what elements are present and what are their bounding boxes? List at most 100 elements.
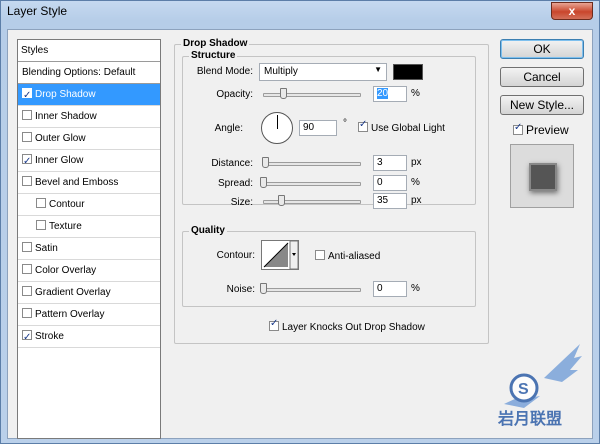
noise-slider-thumb[interactable] (260, 283, 267, 294)
blend-mode-label: Blend Mode: (196, 66, 253, 77)
style-item-label: Inner Shadow (35, 111, 97, 122)
size-field[interactable]: 35 (373, 193, 407, 209)
style-item-checkbox[interactable] (22, 286, 32, 296)
angle-field[interactable]: 90 (299, 120, 337, 136)
style-item-pattern-overlay[interactable]: Pattern Overlay (18, 304, 160, 326)
preview-box[interactable] (513, 122, 523, 135)
style-item-outer-glow[interactable]: Outer Glow (18, 128, 160, 150)
layer-knocks-out-label: Layer Knocks Out Drop Shadow (282, 322, 425, 333)
cancel-button[interactable]: Cancel (500, 67, 584, 87)
spread-slider-thumb[interactable] (260, 177, 267, 188)
distance-field[interactable]: 3 (373, 155, 407, 171)
window-title: Layer Style (7, 4, 68, 18)
style-item-texture[interactable]: Texture (18, 216, 160, 238)
layer-knocks-out-box[interactable] (269, 318, 279, 331)
contour-label: Contour: (216, 250, 255, 261)
spread-field[interactable]: 0 (373, 175, 407, 191)
title-bar[interactable]: Layer Style x (1, 1, 599, 23)
style-item-contour[interactable]: Contour (18, 194, 160, 216)
angle-hand (277, 115, 278, 129)
opacity-unit: % (411, 88, 420, 99)
style-item-color-overlay[interactable]: Color Overlay (18, 260, 160, 282)
use-global-light-checkbox[interactable]: Use Global Light (358, 119, 445, 134)
dialog-body: Styles Blending Options: Default Drop Sha… (7, 29, 593, 439)
style-item-checkbox[interactable] (22, 308, 32, 318)
anti-aliased-label: Anti-aliased (328, 251, 381, 262)
blend-mode-select[interactable]: Multiply ▼ (259, 63, 387, 81)
style-item-checkbox[interactable] (22, 176, 32, 186)
structure-group: Structure Blend Mode: Multiply ▼ Opacity… (182, 50, 476, 209)
drop-shadow-title: Drop Shadow (181, 38, 250, 49)
spread-slider[interactable] (263, 182, 361, 186)
opacity-slider[interactable] (263, 93, 361, 97)
angle-dial[interactable] (261, 112, 293, 144)
layer-knocks-out-checkbox[interactable]: Layer Knocks Out Drop Shadow (269, 318, 425, 333)
style-item-checkbox[interactable] (36, 198, 46, 208)
anti-aliased-box[interactable] (315, 250, 325, 260)
style-item-checkbox[interactable] (22, 85, 32, 107)
spread-unit: % (411, 177, 420, 188)
close-button[interactable]: x (551, 2, 593, 20)
opacity-field[interactable]: 20 (373, 86, 407, 102)
noise-unit: % (411, 283, 420, 294)
style-item-label: Stroke (35, 331, 64, 342)
shadow-color-swatch[interactable] (393, 64, 423, 80)
styles-header[interactable]: Styles (18, 40, 160, 62)
style-item-label: Color Overlay (35, 265, 97, 276)
style-item-label: Gradient Overlay (35, 287, 111, 298)
use-global-light-box[interactable] (358, 119, 368, 132)
style-item-checkbox[interactable] (22, 327, 32, 349)
distance-unit: px (411, 157, 422, 168)
anti-aliased-checkbox[interactable]: Anti-aliased (315, 250, 380, 262)
opacity-label: Opacity: (216, 89, 253, 100)
opacity-slider-thumb[interactable] (279, 88, 287, 99)
style-item-label: Bevel and Emboss (35, 177, 119, 188)
use-global-light-label: Use Global Light (371, 123, 445, 134)
preview-swatch (529, 163, 557, 191)
drop-shadow-group: Drop Shadow Structure Blend Mode: Multip… (174, 38, 489, 344)
blend-mode-value: Multiply (264, 66, 298, 77)
style-item-stroke[interactable]: Stroke (18, 326, 160, 349)
new-style-button[interactable]: New Style... (500, 95, 584, 115)
noise-field[interactable]: 0 (373, 281, 407, 297)
style-item-satin[interactable]: Satin (18, 238, 160, 260)
size-slider-thumb[interactable] (278, 195, 285, 206)
style-item-blending-options-default[interactable]: Blending Options: Default (18, 62, 160, 84)
structure-title: Structure (189, 50, 238, 61)
distance-slider[interactable] (263, 162, 361, 166)
style-item-checkbox[interactable] (22, 110, 32, 120)
style-item-label: Inner Glow (35, 155, 84, 166)
style-item-label: Pattern Overlay (35, 309, 105, 320)
distance-label: Distance: (211, 158, 253, 169)
style-item-label: Blending Options: Default (22, 67, 136, 78)
distance-slider-thumb[interactable] (262, 157, 269, 168)
contour-picker[interactable] (261, 240, 299, 270)
style-item-label: Contour (49, 199, 85, 210)
layer-style-dialog: Layer Style x Styles Blending Options: D… (0, 0, 600, 444)
contour-curve-icon (263, 241, 298, 269)
style-item-checkbox[interactable] (22, 151, 32, 173)
style-item-inner-glow[interactable]: Inner Glow (18, 150, 160, 173)
noise-label: Noise: (226, 284, 255, 295)
chevron-down-icon: ▼ (374, 65, 382, 74)
watermark-logo: S 岩月联盟 (497, 344, 582, 428)
style-item-checkbox[interactable] (36, 220, 46, 230)
style-item-inner-shadow[interactable]: Inner Shadow (18, 106, 160, 128)
style-item-bevel-and-emboss[interactable]: Bevel and Emboss (18, 172, 160, 194)
angle-unit: ° (343, 118, 347, 129)
quality-group: Quality Contour: Anti-aliased Noise: 0 % (182, 225, 476, 307)
svg-text:S: S (518, 381, 529, 398)
style-item-label: Satin (35, 243, 58, 254)
angle-label: Angle: (214, 123, 243, 134)
preview-checkbox[interactable]: Preview (513, 122, 569, 137)
noise-slider[interactable] (263, 288, 361, 292)
style-item-checkbox[interactable] (22, 132, 32, 142)
style-item-gradient-overlay[interactable]: Gradient Overlay (18, 282, 160, 304)
preview-label: Preview (526, 123, 569, 137)
style-item-checkbox[interactable] (22, 242, 32, 252)
style-item-drop-shadow[interactable]: Drop Shadow (18, 84, 160, 107)
size-unit: px (411, 195, 422, 206)
quality-title: Quality (189, 225, 227, 236)
ok-button[interactable]: OK (500, 39, 584, 59)
style-item-checkbox[interactable] (22, 264, 32, 274)
